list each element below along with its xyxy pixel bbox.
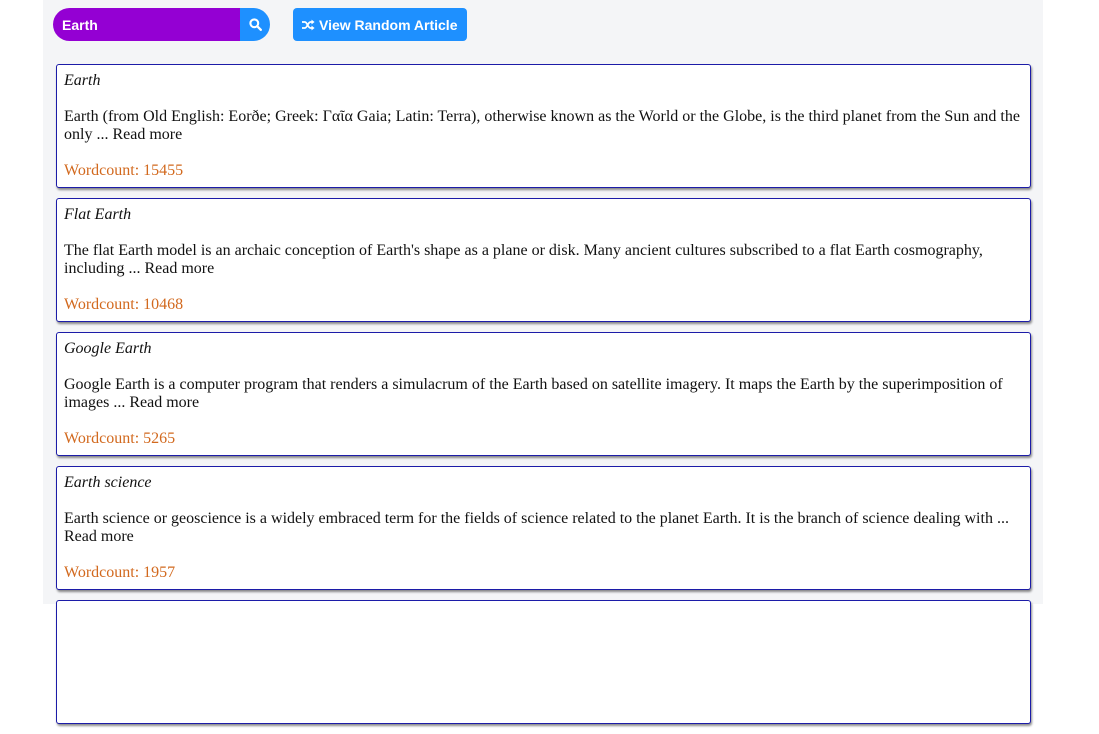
result-wordcount: Wordcount: 10468 [64,296,184,313]
view-random-article-label: View Random Article [319,16,458,33]
search-results: Earth Earth (from Old English: Eorðe; Gr… [56,64,1031,734]
result-title: Earth [64,72,101,89]
result-wordcount: Wordcount: 15455 [64,162,184,179]
result-title: Flat Earth [64,206,132,223]
search-bar [53,8,270,41]
result-snippet: The flat Earth model is an archaic conce… [64,242,983,277]
result-card-earth[interactable]: Earth Earth (from Old English: Eorðe; Gr… [56,64,1031,188]
result-title: Google Earth [64,340,152,357]
search-button[interactable] [240,8,270,41]
shuffle-icon [302,19,315,30]
result-snippet: Earth science or geoscience is a widely … [64,510,1009,545]
result-card-earth-science[interactable]: Earth science Earth science or geoscienc… [56,466,1031,590]
page-container: View Random Article Earth Earth (from Ol… [43,0,1043,724]
view-random-article-button[interactable]: View Random Article [293,8,468,41]
search-input[interactable] [53,8,240,41]
result-title: Earth science [64,474,152,491]
result-wordcount: Wordcount: 1957 [64,564,176,581]
result-snippet: Earth (from Old English: Eorðe; Greek: Γ… [64,108,1020,143]
result-card-partial[interactable] [56,600,1031,724]
result-wordcount: Wordcount: 5265 [64,430,176,447]
result-card-google-earth[interactable]: Google Earth Google Earth is a computer … [56,332,1031,456]
result-card-flat-earth[interactable]: Flat Earth The flat Earth model is an ar… [56,198,1031,322]
search-icon [248,18,262,31]
result-snippet: Google Earth is a computer program that … [64,376,1003,411]
